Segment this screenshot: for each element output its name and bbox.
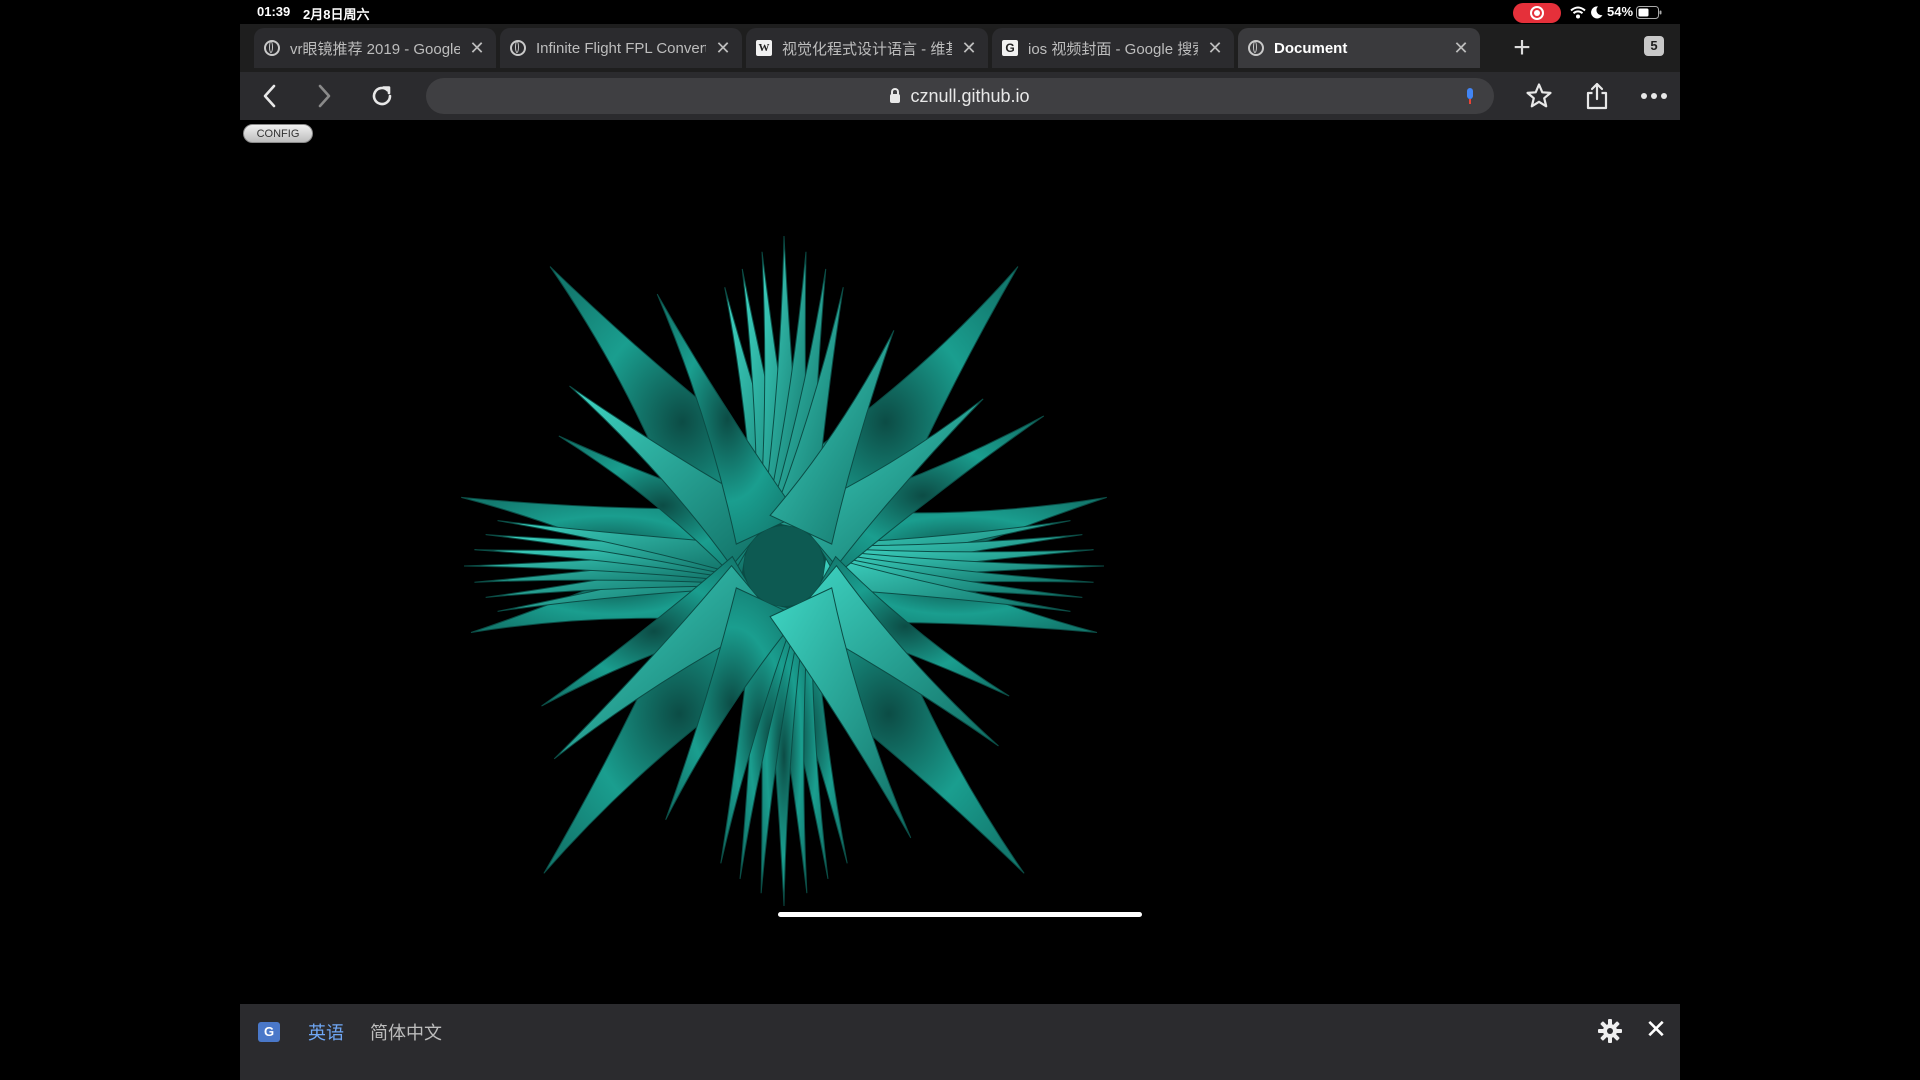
close-icon[interactable]: ✕ xyxy=(714,38,732,59)
lock-icon xyxy=(890,87,901,103)
status-bar: 01:39 2月8日周六 54% xyxy=(0,0,1920,24)
close-icon[interactable]: ✕ xyxy=(1643,1016,1669,1042)
gear-icon[interactable] xyxy=(1597,1018,1623,1044)
microphone-icon[interactable] xyxy=(1466,88,1474,104)
more-horizontal-icon xyxy=(1641,93,1667,99)
tab-title: ios 视频封面 - Google 搜索 xyxy=(1028,40,1198,58)
home-indicator xyxy=(778,912,1142,917)
tab-title: Infinite Flight FPL Convert xyxy=(536,39,706,57)
status-date: 2月8日周六 xyxy=(303,7,370,22)
wifi-icon xyxy=(1570,6,1586,19)
globe-icon xyxy=(1248,40,1264,56)
battery-percentage: 54% xyxy=(1607,4,1634,19)
tab-title: 视觉化程式设计语言 - 维基 xyxy=(782,40,952,58)
reload-icon xyxy=(372,86,392,106)
tab-title: Document xyxy=(1274,39,1348,57)
back-button[interactable] xyxy=(252,80,286,112)
battery-icon xyxy=(1636,6,1662,19)
status-time: 01:39 xyxy=(257,4,291,19)
browser-window: vr眼镜推荐 2019 - Google ✕ Infinite Flight F… xyxy=(240,24,1680,1080)
new-tab-button[interactable]: + xyxy=(1508,33,1536,63)
address-bar[interactable]: cznull.github.io xyxy=(426,78,1494,114)
close-icon[interactable]: ✕ xyxy=(468,38,486,59)
screen-recording-indicator xyxy=(1513,3,1561,23)
do-not-disturb-moon-icon xyxy=(1591,6,1603,19)
wikipedia-icon: W xyxy=(756,40,772,56)
forward-button[interactable] xyxy=(308,80,342,112)
google-translate-icon: G xyxy=(258,1022,280,1042)
tab-count-button[interactable]: 5 xyxy=(1644,36,1664,56)
tab-document[interactable]: Document ✕ xyxy=(1238,28,1480,68)
config-button[interactable]: CONFIG xyxy=(243,124,313,143)
more-options-button[interactable] xyxy=(1637,80,1671,112)
3d-render-canvas[interactable] xyxy=(240,120,1680,1024)
reload-button[interactable] xyxy=(365,80,399,112)
close-icon[interactable]: ✕ xyxy=(960,38,978,59)
close-icon[interactable]: ✕ xyxy=(1206,38,1224,59)
web-page-content[interactable]: CONFIG xyxy=(240,120,1680,1024)
share-icon xyxy=(1586,82,1608,110)
tab-infinite-flight[interactable]: Infinite Flight FPL Convert ✕ xyxy=(500,28,742,68)
source-language-tab[interactable]: 英语 xyxy=(308,1019,344,1045)
globe-icon xyxy=(510,40,526,56)
globe-icon xyxy=(264,40,280,56)
star-icon xyxy=(1526,83,1552,108)
tab-vr-glasses[interactable]: vr眼镜推荐 2019 - Google ✕ xyxy=(254,28,496,68)
share-button[interactable] xyxy=(1580,80,1614,112)
close-icon[interactable]: ✕ xyxy=(1452,38,1470,59)
tab-title: vr眼镜推荐 2019 - Google xyxy=(290,40,460,58)
url-text: cznull.github.io xyxy=(910,85,1030,106)
chevron-left-icon xyxy=(263,84,276,108)
tab-ios-video-cover[interactable]: G ios 视频封面 - Google 搜索 ✕ xyxy=(992,28,1234,68)
tab-strip: vr眼镜推荐 2019 - Google ✕ Infinite Flight F… xyxy=(240,24,1680,72)
chevron-right-icon xyxy=(318,84,331,108)
bookmark-button[interactable] xyxy=(1522,80,1556,112)
spiky-3d-shape xyxy=(461,235,1107,907)
browser-toolbar: cznull.github.io xyxy=(240,72,1680,120)
tab-visual-programming[interactable]: W 视觉化程式设计语言 - 维基 ✕ xyxy=(746,28,988,68)
target-language-tab[interactable]: 简体中文 xyxy=(370,1019,442,1045)
translate-bar: G 英语 简体中文 ✕ xyxy=(240,1004,1680,1080)
shape-core xyxy=(744,526,824,606)
google-icon: G xyxy=(1002,40,1018,56)
